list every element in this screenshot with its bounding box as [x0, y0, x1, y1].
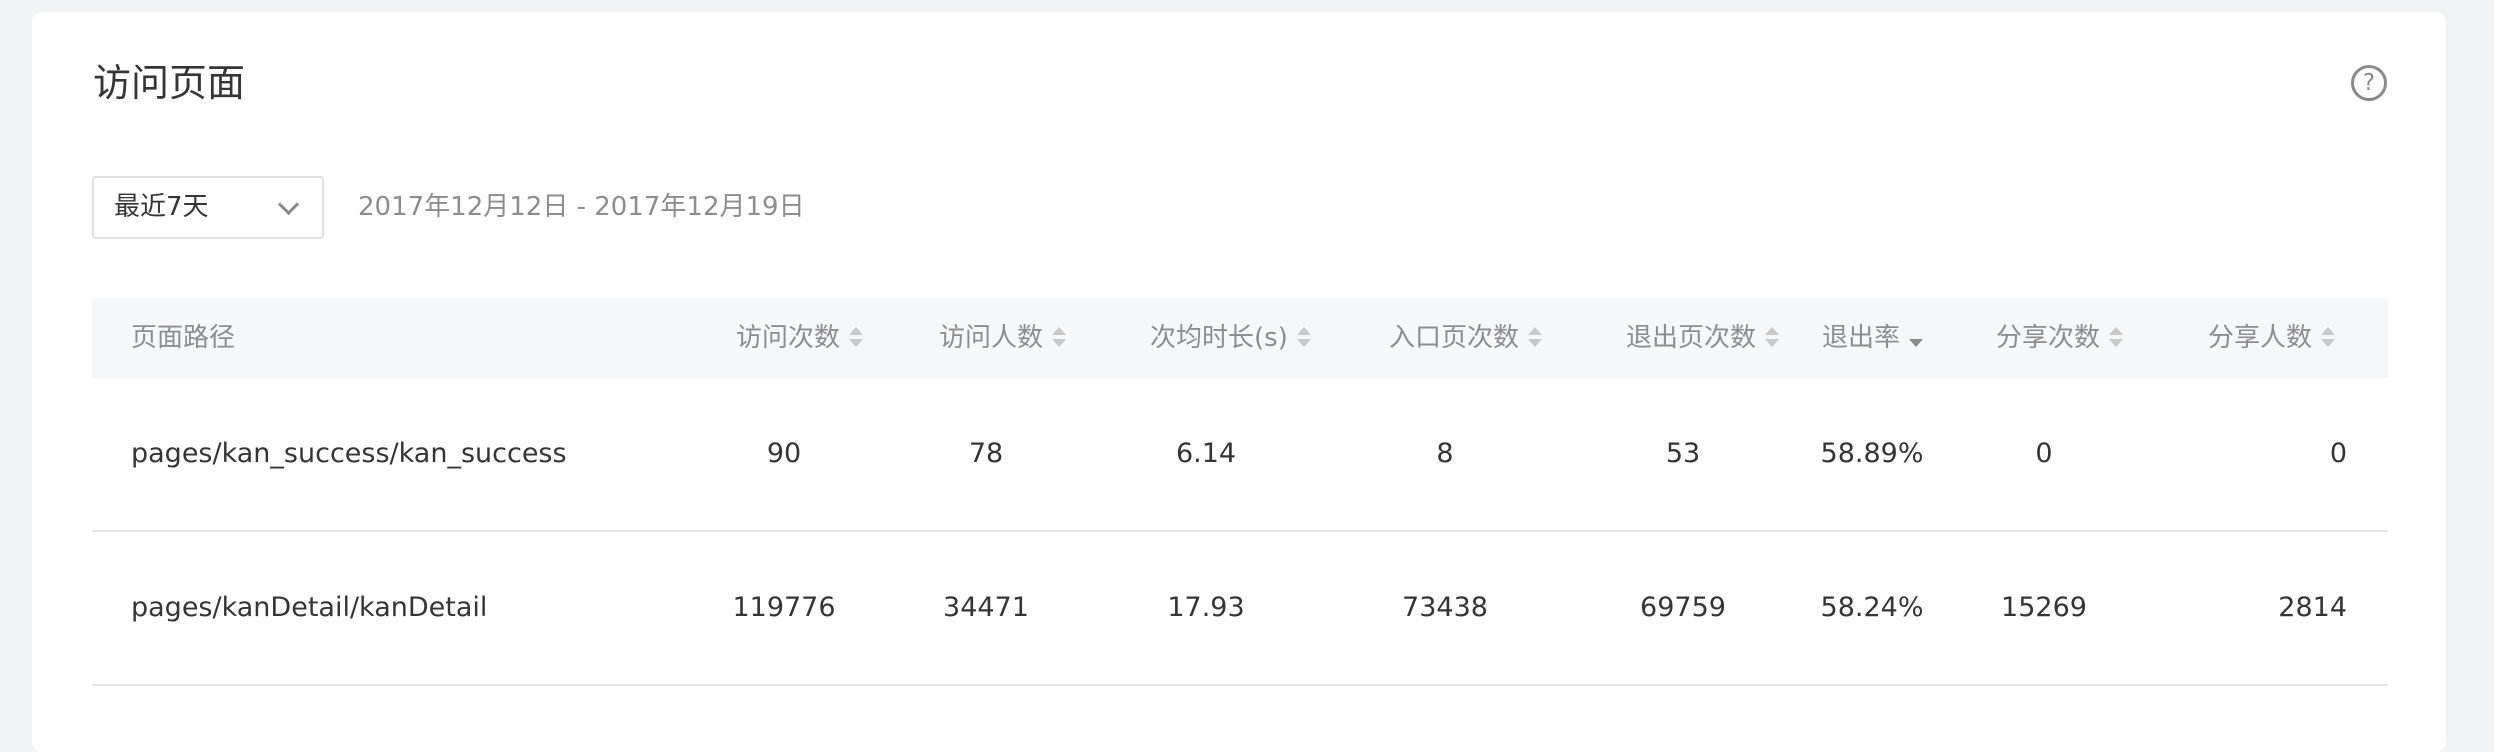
- sort-desc-icon: [1909, 338, 1924, 347]
- cell-exit-count: 53: [1665, 438, 1701, 469]
- cell-exit-rate: 58.89%: [1820, 438, 1924, 469]
- page-title: 访问页面: [93, 61, 246, 105]
- cell-share-count: 0: [2035, 438, 2053, 469]
- column-header-visitors[interactable]: 访问人数: [939, 298, 1067, 378]
- sort-icon: [2109, 326, 2124, 347]
- table-header: 页面路径 访问次数 访问人数 次均时长(s) 入口页次数 退出页次数 退出率 分…: [92, 298, 2388, 378]
- column-header-exit-rate[interactable]: 退出率: [1822, 298, 1924, 378]
- column-header-avg-duration[interactable]: 次均时长(s): [1150, 298, 1312, 378]
- sort-icon: [849, 326, 864, 347]
- cell-avg-duration: 6.14: [1175, 438, 1237, 469]
- table-row: pages/kanDetail/kanDetail 119776 34471 1…: [92, 532, 2388, 686]
- column-header-label: 页面路径: [131, 323, 236, 353]
- cell-page-path: pages/kan_success/kan_success: [131, 438, 567, 469]
- sort-icon: [1765, 326, 1780, 347]
- sort-icon: [1528, 326, 1543, 347]
- cell-share-count: 15269: [2001, 592, 2087, 623]
- cell-exit-rate: 58.24%: [1820, 592, 1924, 623]
- cell-visits: 90: [766, 438, 802, 469]
- column-header-label: 入口页次数: [1389, 323, 1520, 353]
- cell-entry-count: 8: [1436, 438, 1454, 469]
- column-header-label: 访问次数: [736, 323, 841, 353]
- cell-visitors: 78: [968, 438, 1004, 469]
- sort-icon: [2321, 326, 2336, 347]
- column-header-share-count[interactable]: 分享次数: [1996, 298, 2124, 378]
- column-header-label: 退出率: [1822, 323, 1901, 353]
- cell-page-path: pages/kanDetail/kanDetail: [131, 592, 488, 623]
- cell-exit-count: 69759: [1640, 592, 1726, 623]
- column-header-label: 次均时长(s): [1150, 323, 1288, 353]
- column-header-label: 分享次数: [1996, 323, 2101, 353]
- column-header-entry-count[interactable]: 入口页次数: [1389, 298, 1543, 378]
- column-header-path: 页面路径: [131, 298, 235, 378]
- column-header-label: 退出页次数: [1626, 323, 1757, 353]
- cell-avg-duration: 17.93: [1167, 592, 1245, 623]
- cell-visits: 119776: [732, 592, 836, 623]
- sort-icon: [1296, 326, 1311, 347]
- date-range-select[interactable]: 最近7天: [92, 176, 324, 239]
- column-header-label: 访问人数: [939, 323, 1044, 353]
- column-header-share-users[interactable]: 分享人数: [2208, 298, 2336, 378]
- question-circle-icon[interactable]: ?: [2351, 65, 2387, 101]
- sort-icon: [1052, 326, 1067, 347]
- cell-share-users: 2814: [2278, 592, 2347, 623]
- cell-entry-count: 73438: [1402, 592, 1488, 623]
- date-range-text: 2017年12月12日 - 2017年12月19日: [358, 192, 805, 222]
- table-row: pages/kan_success/kan_success 90 78 6.14…: [92, 378, 2388, 532]
- cell-visitors: 34471: [943, 592, 1029, 623]
- date-range-select-value: 最近7天: [114, 192, 209, 222]
- column-header-visits[interactable]: 访问次数: [736, 298, 864, 378]
- cell-share-users: 0: [2329, 438, 2347, 469]
- chevron-down-icon: [277, 193, 300, 216]
- column-header-exit-count[interactable]: 退出页次数: [1626, 298, 1780, 378]
- column-header-label: 分享人数: [2208, 323, 2313, 353]
